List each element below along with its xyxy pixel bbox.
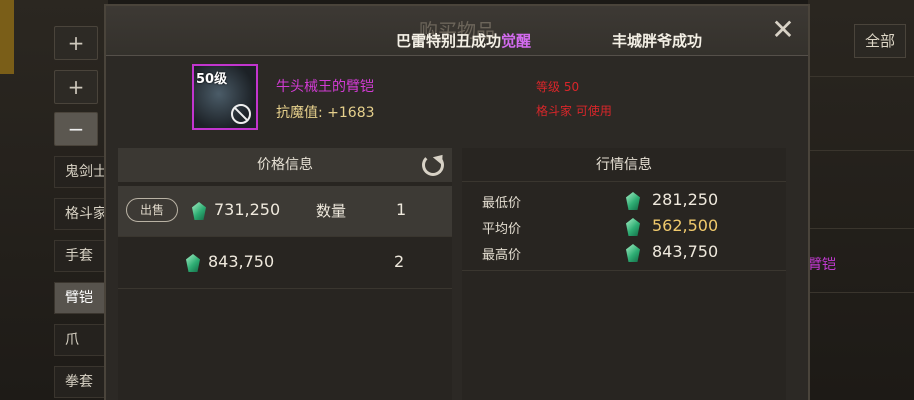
market-info-header: 行情信息	[462, 148, 786, 182]
avg-price-value: 562,500	[652, 216, 719, 235]
avg-price-label: 平均价	[482, 222, 522, 237]
gem-icon	[626, 244, 640, 262]
forbidden-icon	[231, 104, 251, 124]
gem-icon	[626, 192, 640, 210]
close-icon[interactable]: ✕	[768, 16, 798, 46]
row-divider	[118, 236, 452, 237]
item-icon[interactable]: 50级	[192, 64, 258, 130]
broadcast-message-2: 丰城胖爷成功	[612, 32, 703, 50]
item-stat-value: +1683	[327, 105, 375, 121]
item-stat-label: 抗魔值:	[276, 105, 328, 121]
price-info-panel: 价格信息 出售 731,250 数量 1 843,750 2	[118, 148, 452, 400]
collapse-button[interactable]: −	[54, 112, 98, 146]
sidebar-item-claw[interactable]: 爪	[54, 324, 108, 356]
gem-icon	[186, 254, 200, 272]
listing-quantity: 2	[394, 252, 405, 271]
quantity-label: 数量	[316, 202, 347, 220]
gem-icon	[192, 202, 206, 220]
listing-quantity: 1	[396, 200, 407, 219]
sidebar-item-gauntlet[interactable]: 臂铠	[54, 282, 108, 314]
gem-icon	[626, 218, 640, 236]
listing-price: 731,250	[214, 200, 281, 219]
listing-price: 843,750	[208, 252, 275, 271]
sell-button[interactable]: 出售	[126, 198, 178, 222]
filter-all-button[interactable]: 全部	[854, 24, 906, 58]
row-divider	[808, 150, 914, 151]
min-price-value: 281,250	[652, 190, 719, 209]
item-class-requirement: 格斗家 可使用	[536, 104, 612, 118]
panel-divider	[462, 270, 786, 271]
row-divider	[808, 292, 914, 293]
background-row-text: 臂铠	[808, 257, 836, 273]
broadcast-highlight: 觉醒	[501, 32, 532, 50]
price-info-title: 价格信息	[257, 157, 313, 173]
refresh-icon[interactable]	[422, 154, 444, 176]
price-info-header: 价格信息	[118, 148, 452, 182]
item-name: 牛头械王的臂铠	[276, 79, 374, 95]
max-price-label: 最高价	[482, 248, 522, 263]
modal-header: 购买物品 巴雷特别丑成功觉醒 丰城胖爷成功 ✕	[106, 6, 808, 56]
sidebar-item-knuckle[interactable]: 拳套	[54, 366, 108, 398]
broadcast-message-1: 巴雷特别丑成功觉醒	[396, 30, 531, 51]
item-level-badge: 50级	[196, 72, 228, 87]
min-price-label: 最低价	[482, 196, 522, 211]
purchase-modal: 购买物品 巴雷特别丑成功觉醒 丰城胖爷成功 ✕ 50级 牛头械王的臂铠 抗魔值:…	[104, 4, 810, 400]
expand-button-1[interactable]: +	[54, 26, 98, 60]
background-sidebar: + + − 鬼剑士 格斗家 手套 臂铠 爪 拳套	[0, 0, 108, 400]
row-divider	[808, 76, 914, 77]
max-price-value: 843,750	[652, 242, 719, 261]
row-divider	[118, 288, 452, 289]
item-level-requirement: 等级 50	[536, 80, 580, 94]
sidebar-item-fighter[interactable]: 格斗家	[54, 198, 108, 230]
broadcast-text: 巴雷特别丑成功	[396, 32, 502, 50]
sidebar-item-slayer[interactable]: 鬼剑士	[54, 156, 108, 188]
listing-row[interactable]: 843,750 2	[118, 238, 452, 288]
item-stat: 抗魔值: +1683	[276, 102, 375, 122]
background-right-panel: 全部 臂铠	[808, 0, 914, 400]
row-divider	[808, 228, 914, 229]
sidebar-item-gloves[interactable]: 手套	[54, 240, 108, 272]
corner-tab	[0, 0, 14, 74]
expand-button-2[interactable]: +	[54, 70, 98, 104]
market-info-panel: 行情信息 最低价 281,250 平均价 562,500 最高价 843,750	[462, 148, 786, 400]
listing-row[interactable]: 出售 731,250 数量 1	[118, 186, 452, 236]
